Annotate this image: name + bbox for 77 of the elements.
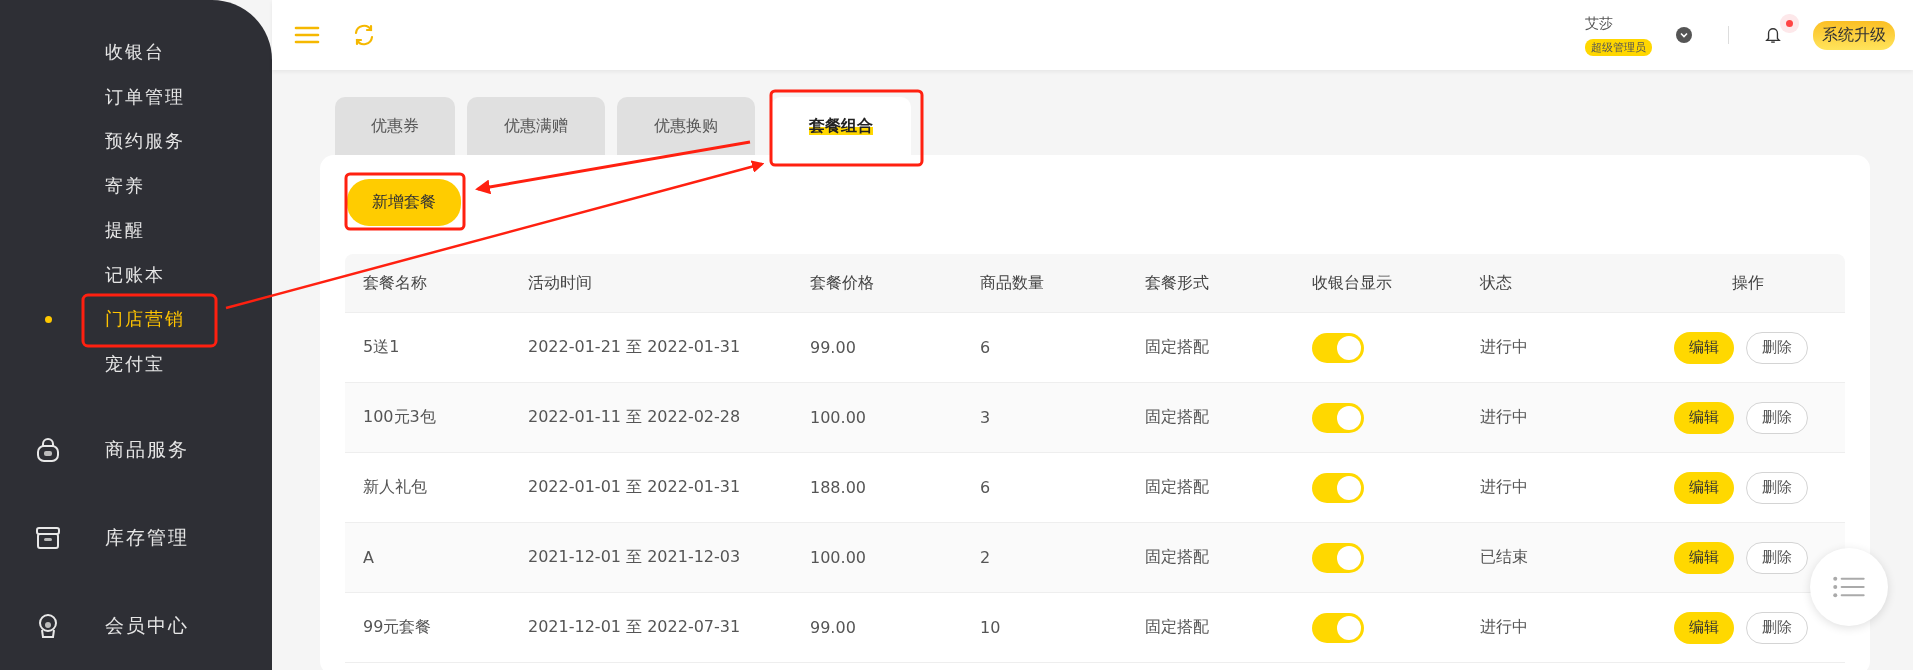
toggle-switch[interactable] xyxy=(1312,542,1364,573)
delete-button[interactable]: 删除 xyxy=(1745,611,1808,644)
menu-icon[interactable] xyxy=(294,25,320,45)
table-cell-text: 3 xyxy=(980,408,992,427)
table-cell-text: 100元3包 xyxy=(363,407,437,428)
refresh-icon[interactable] xyxy=(352,23,376,47)
table-cell-text: 2022-01-01 至 2022-01-31 xyxy=(528,477,742,498)
sidebar-item[interactable]: 预约服务 xyxy=(105,129,185,154)
toggle-switch[interactable] xyxy=(1312,612,1364,643)
sidebar-item[interactable]: 宠付宝 xyxy=(105,351,165,376)
table-cell-text: 进行中 xyxy=(1480,617,1529,638)
table-cell-text: 99.00 xyxy=(810,618,857,637)
table-cell-text: 99.00 xyxy=(810,338,857,357)
table-cell-text: 2021-12-01 至 2022-07-31 xyxy=(528,617,742,638)
table-cell-text: 固定搭配 xyxy=(1145,407,1210,428)
delete-button[interactable]: 删除 xyxy=(1745,331,1808,364)
table-cell-text: 188.00 xyxy=(810,478,867,497)
table-cell-text: 进行中 xyxy=(1480,337,1529,358)
edit-button[interactable]: 编辑 xyxy=(1673,331,1734,364)
table-cell-text: 2 xyxy=(980,548,992,567)
table-cell-text: 2022-01-21 至 2022-01-31 xyxy=(528,337,742,358)
edit-button[interactable]: 编辑 xyxy=(1673,471,1734,504)
delete-button[interactable]: 删除 xyxy=(1745,471,1808,504)
table-cell-text: 固定搭配 xyxy=(1145,477,1210,498)
sidebar-item[interactable]: 会员中心 xyxy=(105,613,189,639)
tab[interactable]: 优惠满赠 xyxy=(467,97,605,155)
toggle-switch[interactable] xyxy=(1312,472,1364,503)
table-cell-text: 2022-01-11 至 2022-02-28 xyxy=(528,407,742,428)
tab[interactable]: 优惠换购 xyxy=(617,97,755,155)
toggle-switch[interactable] xyxy=(1312,402,1364,433)
table-cell-text: 固定搭配 xyxy=(1145,337,1210,358)
sidebar-item[interactable]: 收银台 xyxy=(105,40,165,65)
role-badge: 超级管理员 xyxy=(1585,38,1652,56)
sidebar-item[interactable]: 寄养 xyxy=(105,173,145,198)
sidebar-item[interactable]: 记账本 xyxy=(105,262,165,287)
edit-button[interactable]: 编辑 xyxy=(1673,611,1734,644)
column-header: 套餐形式 xyxy=(1145,272,1210,294)
tab[interactable]: 优惠券 xyxy=(335,97,455,155)
table-cell-text: 99元套餐 xyxy=(363,617,433,638)
column-header: 商品数量 xyxy=(980,272,1045,294)
table-cell-text: 固定搭配 xyxy=(1145,547,1210,568)
table-cell-text: 6 xyxy=(980,338,992,357)
toggle-switch[interactable] xyxy=(1312,332,1364,363)
table-cell-text: 100.00 xyxy=(810,548,867,567)
bell-icon[interactable] xyxy=(1765,26,1781,44)
column-header: 活动时间 xyxy=(528,272,593,294)
user-name: 艾莎 xyxy=(1585,14,1613,33)
table-cell-text: 2021-12-01 至 2021-12-03 xyxy=(528,547,742,568)
list-icon xyxy=(1832,576,1866,598)
column-header: 套餐名称 xyxy=(363,272,428,294)
chevron-down-icon[interactable] xyxy=(1676,27,1692,43)
sidebar-item[interactable]: 商品服务 xyxy=(105,437,189,463)
table-cell-text: 固定搭配 xyxy=(1145,617,1210,638)
sidebar-item[interactable]: 订单管理 xyxy=(105,84,185,109)
table-cell-text: 5送1 xyxy=(363,337,401,358)
delete-button[interactable]: 删除 xyxy=(1745,401,1808,434)
upgrade-button[interactable]: 系统升级 xyxy=(1813,20,1895,50)
sidebar-item[interactable]: 库存管理 xyxy=(105,525,189,551)
table-cell-text: 100.00 xyxy=(810,408,867,427)
add-package-button[interactable]: 新增套餐 xyxy=(347,179,461,226)
column-header: 操作 xyxy=(1731,272,1764,294)
sidebar-item[interactable]: 门店营销 xyxy=(105,307,185,332)
column-header: 收银台显示 xyxy=(1312,272,1393,294)
table-cell-text: 新人礼包 xyxy=(363,477,428,498)
column-header: 状态 xyxy=(1480,272,1513,294)
box-icon xyxy=(33,524,62,552)
edit-button[interactable]: 编辑 xyxy=(1673,401,1734,434)
table-cell-text: 已结束 xyxy=(1480,547,1529,568)
table-cell-text: 6 xyxy=(980,478,992,497)
delete-button[interactable]: 删除 xyxy=(1745,541,1808,574)
table-cell-text: 进行中 xyxy=(1480,407,1529,428)
edit-button[interactable]: 编辑 xyxy=(1673,541,1734,574)
table-cell-text: 进行中 xyxy=(1480,477,1529,498)
table-cell-text: 10 xyxy=(980,618,1002,637)
table-cell-text: A xyxy=(363,548,375,567)
column-header: 套餐价格 xyxy=(810,272,875,294)
sidebar-item[interactable]: 提醒 xyxy=(105,218,145,243)
